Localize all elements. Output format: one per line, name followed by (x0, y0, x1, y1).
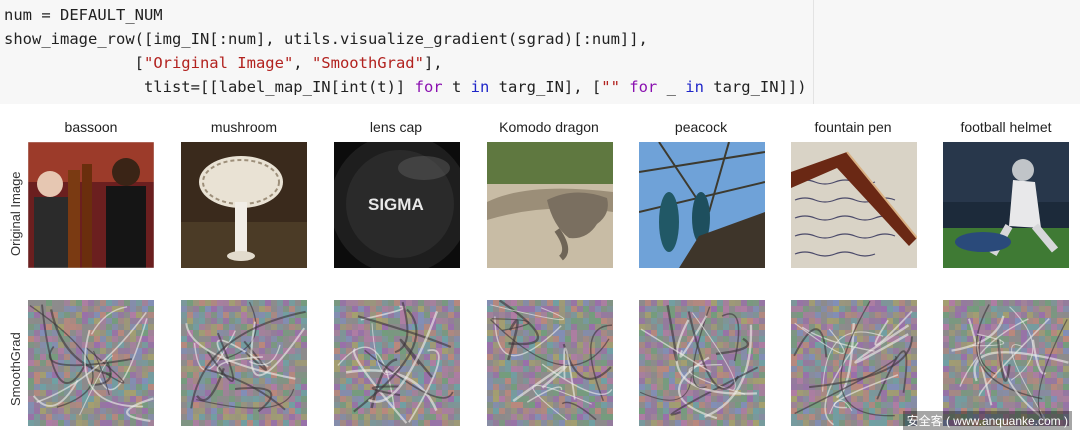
smoothgrad-map-fountain-pen (791, 300, 917, 426)
column-title: mushroom (210, 119, 278, 135)
smoothgrad-map-bassoon (28, 300, 154, 426)
column-title: lens cap (369, 119, 423, 135)
original-image-komodo-dragon (487, 142, 613, 268)
code-cell-divider (813, 0, 814, 104)
code-text: num = DEFAULT_NUM show_image_row([img_IN… (4, 6, 807, 96)
column-title: football helmet (960, 119, 1052, 135)
watermark: 安全客 ( www.anquanke.com ) (902, 411, 1072, 430)
original-image-peacock (639, 142, 765, 268)
original-image-fountain-pen (791, 142, 917, 268)
smoothgrad-map-komodo-dragon (487, 300, 613, 426)
row-label-original: Original Image (8, 171, 23, 256)
column-title: bassoon (64, 119, 118, 135)
column-title: Komodo dragon (499, 119, 599, 135)
output-figure: Original Image SmoothGrad bassoon mushro… (0, 104, 1080, 436)
original-image-mushroom (181, 142, 307, 268)
smoothgrad-map-football-helmet (943, 300, 1069, 426)
original-image-lens-cap: SIGMA (334, 142, 460, 268)
row-label-smoothgrad: SmoothGrad (8, 332, 23, 406)
code-cell[interactable]: num = DEFAULT_NUM show_image_row([img_IN… (0, 0, 1080, 104)
original-image-football-helmet (943, 142, 1069, 268)
lens-cap-brand-text: SIGMA (368, 195, 424, 214)
smoothgrad-map-peacock (639, 300, 765, 426)
smoothgrad-map-mushroom (181, 300, 307, 426)
column-title: peacock (674, 119, 728, 135)
original-image-bassoon (28, 142, 154, 268)
column-title: fountain pen (814, 119, 892, 135)
smoothgrad-map-lens-cap (334, 300, 460, 426)
